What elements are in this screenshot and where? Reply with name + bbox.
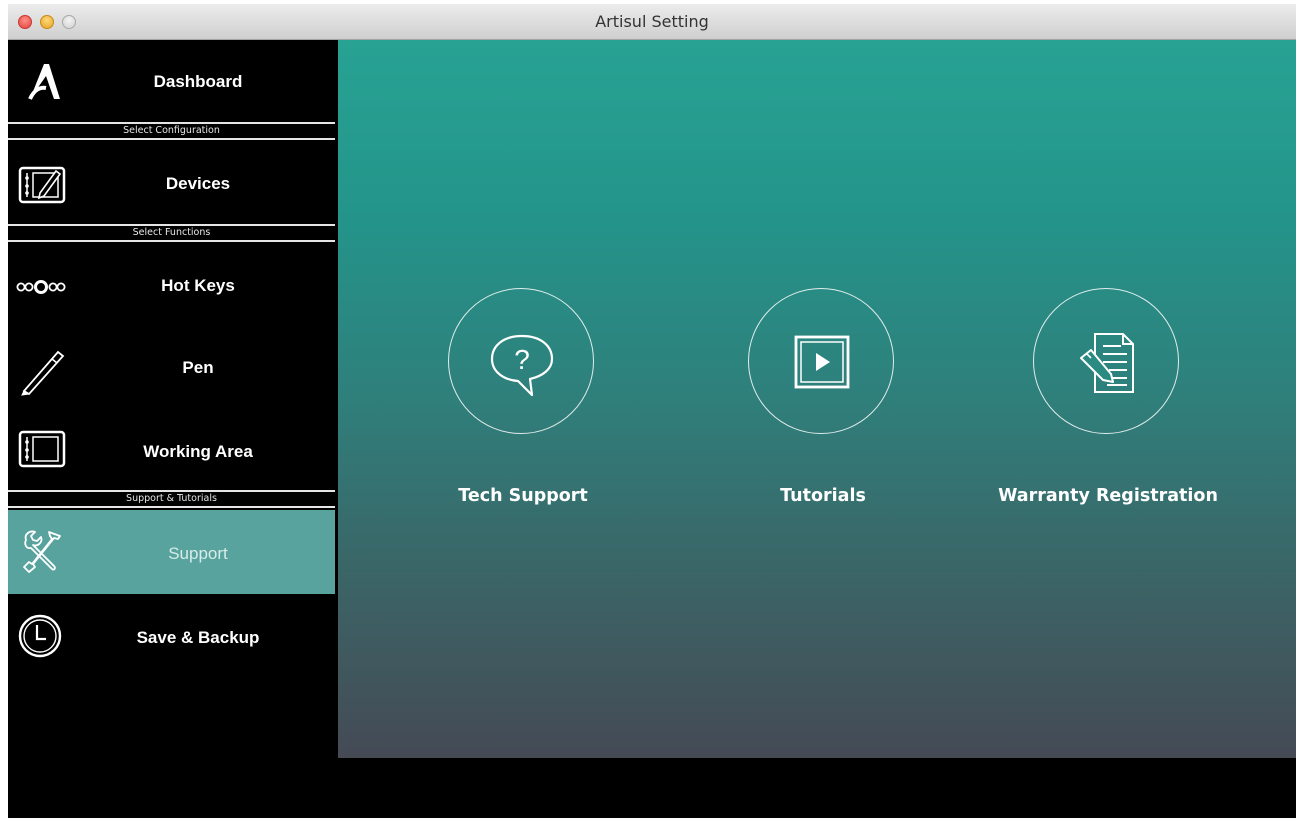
sidebar-item-devices[interactable]: Devices bbox=[8, 140, 335, 222]
svg-text:?: ? bbox=[514, 344, 530, 375]
tutorials-label: Tutorials bbox=[780, 486, 866, 506]
sidebar-item-label: Devices bbox=[165, 174, 231, 193]
hot-keys-icon bbox=[16, 262, 76, 314]
video-play-icon bbox=[794, 335, 850, 389]
tablet-pen-icon bbox=[16, 160, 68, 212]
sidebar-item-dashboard[interactable]: Dashboard bbox=[8, 40, 335, 122]
pen-icon bbox=[16, 344, 68, 396]
warranty-registration-label: Warranty Registration bbox=[998, 486, 1218, 506]
sidebar-item-label: Save & Backup bbox=[136, 628, 260, 647]
sidebar-item-label: Dashboard bbox=[153, 72, 243, 91]
sidebar-item-support[interactable]: Support bbox=[8, 510, 335, 594]
tools-icon bbox=[16, 526, 68, 578]
question-bubble-icon: ? bbox=[490, 334, 554, 397]
section-header-functions: Select Functions bbox=[8, 224, 335, 242]
sidebar-item-label: Support bbox=[168, 544, 228, 563]
window-title: Artisul Setting bbox=[595, 12, 709, 31]
tech-support-label: Tech Support bbox=[458, 486, 588, 506]
app-window: Artisul Setting Dashboard Select Configu… bbox=[8, 4, 1296, 818]
section-header-support: Support & Tutorials bbox=[8, 490, 335, 508]
tech-support-tile[interactable]: ? Tech Support bbox=[393, 288, 653, 548]
section-header-configuration: Select Configuration bbox=[8, 122, 335, 140]
tech-support-button[interactable]: ? bbox=[448, 288, 594, 434]
tablet-icon bbox=[16, 424, 68, 476]
clock-icon bbox=[16, 610, 68, 662]
warranty-registration-button[interactable] bbox=[1033, 288, 1179, 434]
document-edit-icon bbox=[1080, 333, 1134, 393]
sidebar-item-hot-keys[interactable]: Hot Keys bbox=[8, 242, 335, 324]
sidebar-item-label: Hot Keys bbox=[161, 276, 235, 295]
sidebar-item-label: Working Area bbox=[143, 442, 253, 461]
sidebar-item-pen[interactable]: Pen bbox=[8, 324, 335, 408]
support-panel: ? Tech Support Tutorials Warranty Regist… bbox=[338, 40, 1296, 758]
sidebar-item-save-backup[interactable]: Save & Backup bbox=[8, 594, 335, 678]
tutorials-button[interactable] bbox=[748, 288, 894, 434]
sidebar: Dashboard Select Configuration Devices S… bbox=[8, 40, 335, 818]
warranty-registration-tile[interactable]: Warranty Registration bbox=[978, 288, 1238, 548]
tutorials-tile[interactable]: Tutorials bbox=[693, 288, 953, 548]
artisul-logo-icon bbox=[16, 54, 68, 106]
sidebar-item-label: Pen bbox=[182, 358, 214, 377]
title-bar[interactable]: Artisul Setting bbox=[8, 4, 1296, 40]
sidebar-item-working-area[interactable]: Working Area bbox=[8, 408, 335, 490]
